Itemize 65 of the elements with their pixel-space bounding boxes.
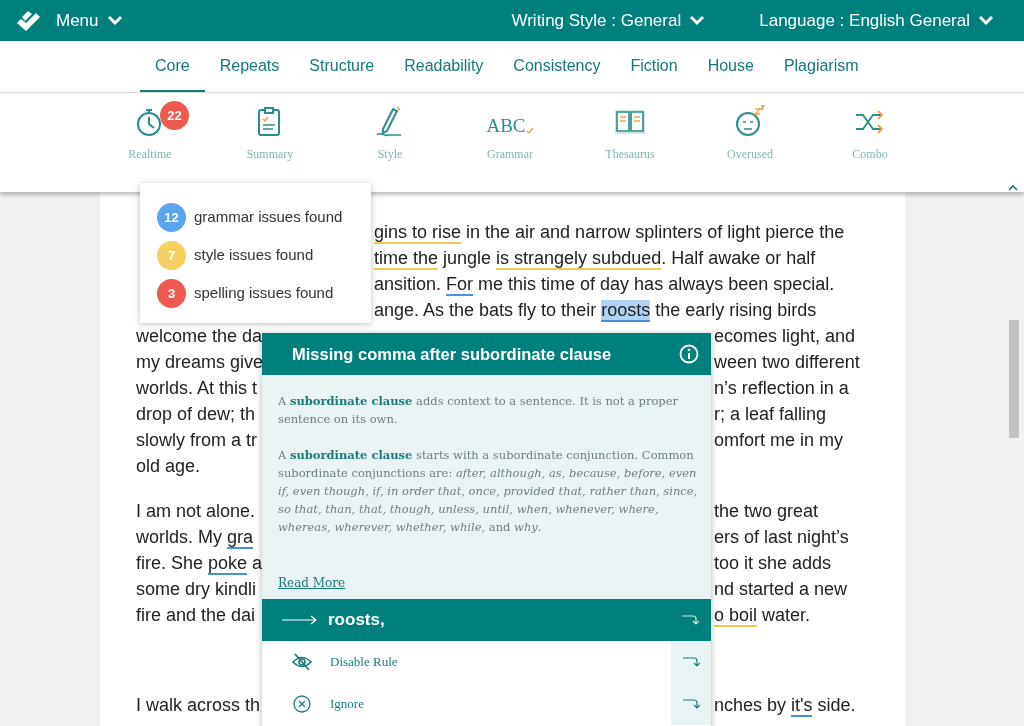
- document-text: nches by it's side.: [714, 694, 856, 718]
- document-text: some dry kindli: [136, 578, 257, 601]
- issue-count-label: grammar issues found: [194, 207, 343, 228]
- document-text: too it she adds: [714, 552, 832, 575]
- document-text: ange. As the bats fly to their roosts the early rising birds: [374, 299, 817, 323]
- close-circle-icon: [292, 695, 312, 713]
- return-arrow-icon: [682, 698, 700, 710]
- chevron-down-icon: [978, 15, 994, 26]
- document-text: old age.: [136, 455, 201, 478]
- tab[interactable]: Structure: [294, 41, 390, 92]
- chevron-down-icon: [106, 15, 123, 26]
- count-badge: 7: [157, 241, 186, 270]
- document-text: nd started a new: [714, 578, 848, 601]
- document-text: fire and the dai: [136, 604, 256, 627]
- tab[interactable]: Fiction: [615, 41, 693, 92]
- eye-slash-icon: [292, 653, 312, 671]
- document-text: drop of dew; th: [136, 403, 256, 426]
- count-badge: 22: [160, 101, 189, 130]
- tab[interactable]: Readability: [389, 41, 499, 92]
- read-more-link[interactable]: Read More: [278, 574, 346, 592]
- tab[interactable]: Consistency: [498, 41, 616, 92]
- document-text: worlds. At this t: [136, 377, 258, 400]
- collapse-icon[interactable]: [1007, 184, 1019, 192]
- document-text: slowly from a tr: [136, 429, 258, 452]
- return-arrow-icon: [681, 614, 699, 626]
- count-badge: 12: [157, 203, 186, 232]
- scrollbar-thumb[interactable]: [1009, 320, 1019, 438]
- tab[interactable]: Repeats: [204, 41, 295, 92]
- chevron-down-icon: [689, 15, 706, 26]
- document-text: ecomes light, and: [714, 325, 856, 348]
- tab[interactable]: House: [692, 41, 769, 92]
- issue-count-label: spelling issues found: [194, 283, 334, 304]
- info-icon[interactable]: [679, 344, 699, 364]
- document-text: ansition. For me this time of day has always been special.: [374, 273, 835, 297]
- explanation-text: A subordinate clause adds context to a sentence. It is not a proper sentence on its own.: [278, 393, 679, 428]
- document-text: ers of last night’s: [714, 526, 849, 549]
- document-text: my dreams give: [136, 351, 264, 374]
- writing-style-dropdown[interactable]: Writing Style : General: [511, 7, 706, 34]
- apply-button[interactable]: [671, 641, 711, 683]
- document-text: time the jungle is strangely subdued. Half awake or half: [374, 247, 816, 271]
- document-text: r; a leaf falling: [714, 403, 827, 426]
- document-text: fire. She poke a: [136, 552, 263, 576]
- arrow-right-icon: [282, 615, 318, 625]
- document-text: ween two different: [714, 351, 860, 374]
- document-text: omfort me in my: [714, 429, 844, 452]
- suggestion-button[interactable]: roosts,: [262, 599, 711, 641]
- sleepy-face-icon: [733, 105, 767, 139]
- document-text: o boil water.: [714, 604, 811, 628]
- document-text: welcome the da: [136, 325, 263, 348]
- menu-button[interactable]: Menu: [14, 7, 123, 34]
- tab[interactable]: Plagiarism: [768, 41, 874, 92]
- explanation-text: A subordinate clause starts with a subordinate conjunction. Common subordinate conjunctions are: after, although, as, because, before, even if, even though, if, in order that, once, provided that, rather than, since, so that, than, that, though, unless, until, when, whenever, where, whereas, wherever, whether, while, and why.: [278, 447, 699, 536]
- toolbar-button[interactable]: ABC Grammar: [450, 93, 570, 192]
- apply-button[interactable]: [671, 683, 711, 725]
- document-text: worlds. My gra: [136, 526, 254, 550]
- issue-count-label: style issues found: [194, 245, 314, 266]
- issue-title: Missing comma after subordinate clause: [292, 343, 612, 365]
- count-badge: 3: [157, 279, 186, 308]
- document-text: gins to rise in the air and narrow splinters of light pierce the: [374, 221, 845, 245]
- document-text: I am not alone.: [136, 500, 256, 523]
- language-dropdown[interactable]: Language : English General: [759, 7, 994, 34]
- return-arrow-icon: [682, 656, 700, 668]
- document-text: n’s reflection in a: [714, 377, 849, 400]
- document-text: I walk across th: [136, 694, 261, 717]
- document-text: the two great: [714, 500, 819, 523]
